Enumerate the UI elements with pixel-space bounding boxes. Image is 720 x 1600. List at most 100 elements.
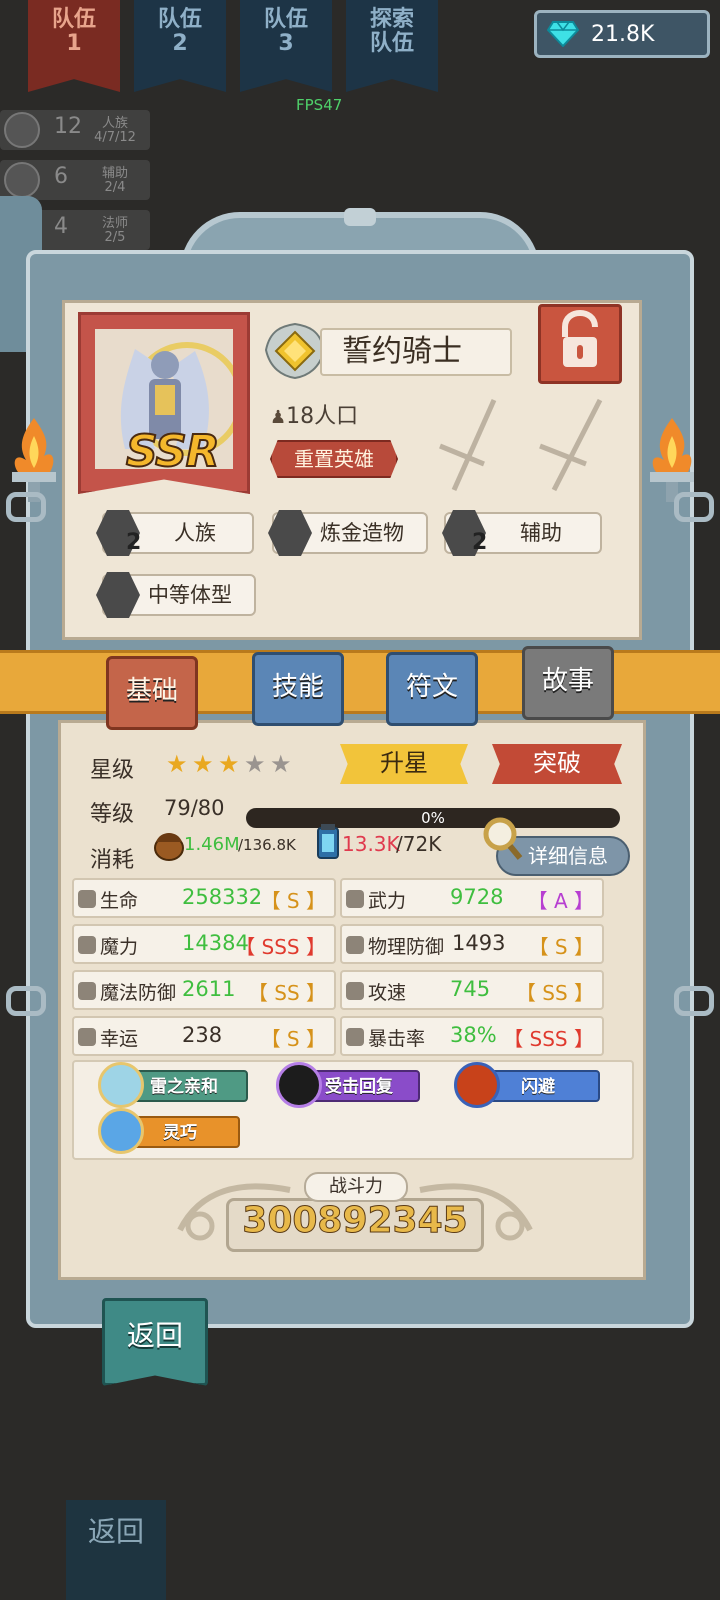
- stat-magic: 魔力 14384 【 SSS 】: [72, 924, 336, 964]
- race-row-num: 6: [54, 164, 68, 189]
- tab-team-1-line1: 队伍: [51, 7, 96, 32]
- chain-right-upper-icon: [674, 492, 714, 522]
- race-row-num: 12: [54, 114, 82, 139]
- stat-value: 2611: [182, 977, 236, 1001]
- tab-team-2-line2: 2: [172, 31, 188, 56]
- tab-skills[interactable]: 技能: [252, 652, 344, 726]
- cost2-have: 13.3K: [342, 832, 400, 856]
- stat-grade: 【 S 】: [528, 935, 594, 959]
- sparkle-icon: [78, 936, 96, 954]
- stat-value: 745: [450, 977, 491, 1001]
- stat-name: 幸运: [100, 1028, 139, 1050]
- hero-name: 誓约骑士: [320, 328, 512, 376]
- race-row-num: 4: [54, 214, 68, 239]
- cost-label: 消耗: [90, 848, 135, 873]
- tab-team-3[interactable]: 队伍 3: [240, 0, 332, 92]
- stat-grade: 【 SS 】: [515, 981, 594, 1005]
- stat-hp: 生命 258332 【 S 】: [72, 878, 336, 918]
- tab-team-2[interactable]: 队伍 2: [134, 0, 226, 92]
- rank-badge-icon: [264, 322, 326, 380]
- diamond-icon: [547, 21, 579, 47]
- crossed-swords-icon: [439, 398, 603, 492]
- tab-team-3-line1: 队伍: [263, 7, 308, 32]
- race-row-count: 2/5: [104, 230, 126, 245]
- tab-team-2-line1: 队伍: [157, 7, 202, 32]
- stat-grade: 【 S 】: [260, 889, 326, 913]
- stat-magic-def: 魔法防御 2611 【 SS 】: [72, 970, 336, 1010]
- chain-left-upper-icon: [6, 492, 46, 522]
- stat-power: 武力 9728 【 A 】: [340, 878, 604, 918]
- stat-value: 38%: [450, 1023, 497, 1047]
- fps-counter: FPS47: [296, 96, 343, 114]
- stat-grade: 【 SSS 】: [235, 935, 326, 959]
- tab-runes[interactable]: 符文: [386, 652, 478, 726]
- rarity-badge: SSR: [125, 425, 221, 478]
- frame-knob: [344, 208, 376, 226]
- star-icon: ★: [244, 750, 266, 778]
- tab-story[interactable]: 故事: [522, 646, 614, 720]
- clover-icon: [78, 1028, 96, 1046]
- level-progress-text: 0%: [421, 809, 445, 827]
- stat-value: 1493: [452, 931, 506, 955]
- power-value: 300892345: [242, 1200, 468, 1242]
- trait-label: 辅助: [520, 521, 562, 545]
- trait-count: 2: [126, 530, 142, 555]
- stat-luck: 幸运 238 【 S 】: [72, 1016, 336, 1056]
- trait-label: 中等体型: [148, 583, 232, 607]
- star-icon: ★: [218, 750, 240, 778]
- tab-team-1[interactable]: 队伍 1: [28, 0, 120, 92]
- lock-button[interactable]: [538, 304, 622, 384]
- green-figure-icon: [276, 1062, 322, 1108]
- chain-right-icon: [674, 986, 714, 1016]
- human-icon: [4, 112, 40, 148]
- magnifier-icon: [483, 817, 523, 860]
- level-progress-bar: 0%: [246, 808, 620, 828]
- torch-left-icon: [12, 418, 56, 502]
- race-row-name: 辅助: [101, 166, 128, 181]
- breakthrough-button[interactable]: 突破: [492, 744, 622, 784]
- tab-explore-team[interactable]: 探索 队伍: [346, 0, 438, 92]
- magic-shield-icon: [78, 982, 96, 1000]
- tab-explore-line1: 探索: [369, 7, 414, 32]
- unlock-icon: [562, 309, 598, 367]
- stat-attack-speed: 攻速 745 【 SS 】: [340, 970, 604, 1010]
- trait-label: 炼金造物: [320, 521, 404, 545]
- stat-name: 魔力: [100, 936, 139, 958]
- stat-value: 258332: [182, 885, 263, 909]
- stat-name: 魔法防御: [100, 982, 177, 1004]
- stat-phys-def: 物理防御 1493 【 S 】: [340, 924, 604, 964]
- back-button[interactable]: 返回: [102, 1298, 208, 1386]
- population-text: 18人口: [286, 404, 359, 429]
- shield-icon: [346, 936, 364, 954]
- sword-icon: [346, 890, 364, 908]
- stat-grade: 【 SS 】: [247, 981, 326, 1005]
- star-label: 星级: [90, 758, 135, 783]
- heart-icon: [78, 890, 96, 908]
- cost1-have: 1.46M: [184, 834, 240, 855]
- currency-display[interactable]: 21.8K: [534, 10, 710, 58]
- trait-label: 人族: [174, 521, 216, 545]
- thunder-fist-icon: [98, 1062, 144, 1108]
- tab-team-3-line2: 3: [278, 31, 294, 56]
- reset-hero-button[interactable]: 重置英雄: [270, 440, 398, 478]
- potion-icon: [317, 824, 339, 859]
- stat-grade: 【 A 】: [527, 889, 594, 913]
- stat-name: 攻速: [368, 982, 407, 1004]
- race-row-count: 2/4: [104, 180, 126, 195]
- race-row-support[interactable]: 6 辅助 2/4: [0, 160, 150, 200]
- power-label: 战斗力: [304, 1172, 408, 1202]
- cross-icon: [4, 162, 40, 198]
- race-row-count: 4/7/12: [94, 130, 136, 145]
- upstar-button[interactable]: 升星: [340, 744, 468, 784]
- torch-right-icon: [650, 418, 694, 502]
- stat-value: 9728: [450, 885, 504, 909]
- stat-grade: 【 S 】: [260, 1027, 326, 1051]
- speed-icon: [346, 982, 364, 1000]
- tab-team-1-line2: 1: [66, 31, 82, 56]
- level-value: 79/80: [164, 796, 225, 820]
- tab-explore-line2: 队伍: [369, 31, 414, 56]
- tab-basic[interactable]: 基础: [106, 656, 198, 730]
- stat-grade: 【 SSS 】: [503, 1027, 594, 1051]
- sword-slash-icon: [98, 1108, 144, 1154]
- race-row-human[interactable]: 12 人族 4/7/12: [0, 110, 150, 150]
